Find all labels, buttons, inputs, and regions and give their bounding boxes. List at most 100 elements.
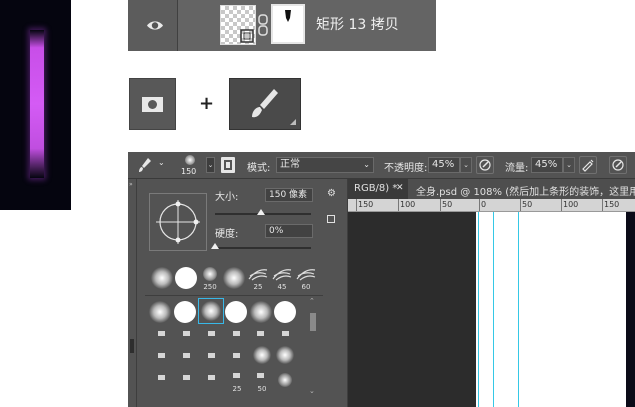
brush-angle-preview[interactable] (149, 193, 207, 251)
brush-soft-round-c[interactable] (253, 346, 271, 364)
gear-icon[interactable]: ⚙ (327, 188, 336, 199)
opacity-label: 不透明度: (384, 163, 428, 174)
horizontal-ruler[interactable]: 150 100 50 0 50 100 150 (348, 199, 635, 212)
pressure-size-button[interactable] (609, 156, 627, 174)
brush-picker-dropdown[interactable]: ⌄ (206, 157, 215, 173)
brush-preset-picker[interactable]: 150 (176, 153, 206, 178)
brush-tip-13[interactable] (208, 375, 215, 380)
recent-brush-size-4: 60 (301, 283, 311, 291)
recent-brush-soft-1[interactable] (151, 267, 173, 289)
brush-tool-button[interactable] (229, 78, 301, 130)
brush-tip-9[interactable] (208, 353, 215, 358)
purple-glow-bar (30, 30, 44, 178)
collapse-arrows-icon[interactable]: » (129, 181, 133, 188)
flow-dropdown[interactable]: ⌄ (563, 157, 575, 173)
flow-input[interactable]: 45% (531, 157, 563, 173)
brush-soft-round-selected[interactable] (198, 298, 224, 324)
brush-soft-round-b[interactable] (250, 301, 272, 323)
hardness-slider-track[interactable] (215, 247, 311, 249)
new-preset-icon[interactable] (327, 215, 335, 223)
opacity-dropdown[interactable]: ⌄ (460, 157, 472, 173)
brush-tip-11[interactable] (158, 375, 165, 380)
tools-strip-edge: » (128, 179, 136, 407)
add-layer-mask-button[interactable] (129, 78, 176, 130)
recent-brush-size-3: 45 (277, 283, 287, 291)
airbrush-icon (582, 159, 594, 172)
brush-settings-icon (224, 160, 232, 170)
size-input[interactable]: 150 像素 (265, 188, 313, 202)
brush-tip-10[interactable] (233, 353, 240, 358)
guide-line-1[interactable] (478, 212, 479, 407)
mask-shape-icon (285, 10, 291, 22)
layer-mask-thumbnail[interactable] (271, 4, 305, 44)
guide-line-2[interactable] (493, 212, 494, 407)
brush-tip-6[interactable] (282, 331, 289, 336)
brush-preset-picker-panel: 大小: 150 像素 ⚙ 硬度: 0% 250 25 45 60 25 50 ⌃… (136, 179, 348, 407)
brush-tip-1[interactable] (158, 331, 165, 336)
pressure-opacity-button[interactable] (476, 156, 494, 174)
brush-icon (252, 89, 296, 125)
brush-tool-icon[interactable] (138, 157, 152, 173)
brush-tip-15[interactable] (257, 373, 264, 378)
mode-select-value: 正常 (280, 159, 300, 170)
size-slider-handle[interactable] (257, 209, 266, 215)
brush-tip-4[interactable] (233, 331, 240, 336)
hardness-label: 硬度: (215, 229, 239, 240)
flow-value: 45% (535, 159, 558, 170)
recent-brush-scatter-2[interactable] (271, 267, 293, 283)
tab-1-label[interactable]: RGB/8) * (354, 183, 397, 194)
guide-line-3[interactable] (518, 212, 519, 407)
chain-link-icon[interactable] (258, 14, 268, 36)
hardness-slider-handle[interactable] (211, 243, 219, 249)
canvas-document[interactable] (476, 212, 626, 407)
scroll-up-icon[interactable]: ⌃ (309, 297, 315, 305)
pen-pressure-icon (479, 159, 491, 171)
brush-soft-round-e[interactable] (278, 373, 292, 387)
brush-tip-preview (185, 155, 195, 165)
tab-2[interactable]: 全身.psd @ 108% (然后加上条形的装饰，这里用到的 (408, 179, 635, 199)
scroll-down-icon[interactable]: ⌄ (309, 387, 315, 395)
recent-brush-soft-3[interactable] (223, 267, 245, 289)
layer-thumbnail[interactable] (220, 5, 256, 45)
mode-select[interactable]: 正常 ⌄ (276, 157, 374, 173)
recent-brush-size-1: 250 (203, 283, 217, 291)
recent-brush-hard-1[interactable] (175, 267, 197, 289)
layer-name[interactable]: 矩形 13 拷贝 (316, 14, 399, 34)
document-area: RGB/8) * ✕ 全身.psd @ 108% (然后加上条形的装饰，这里用到… (348, 179, 635, 407)
layer-row[interactable]: 矩形 13 拷贝 (128, 0, 436, 51)
brush-tip-3[interactable] (208, 331, 215, 336)
brush-tip-8[interactable] (183, 353, 190, 358)
recent-brush-scatter-3[interactable] (295, 267, 317, 283)
eye-icon (147, 21, 163, 30)
size-input-value: 150 像素 (269, 190, 308, 200)
brush-grid-scrollbar[interactable]: ⌃ ⌄ (308, 297, 318, 399)
brush-size-value: 150 (181, 167, 197, 176)
brush-hard-round-a[interactable] (174, 301, 196, 323)
layer-visibility-toggle[interactable] (128, 0, 178, 51)
airbrush-button[interactable] (579, 156, 597, 174)
brush-tip-14[interactable] (233, 373, 240, 378)
brush-tip-2[interactable] (183, 331, 190, 336)
brush-soft-round-d[interactable] (276, 346, 294, 364)
smart-object-icon (240, 29, 254, 43)
opacity-input[interactable]: 45% (428, 157, 460, 173)
gradient-preview (0, 0, 71, 210)
tab-2-label[interactable]: 全身.psd @ 108% (然后加上条形的装饰，这里用到的 (416, 183, 635, 198)
hardness-input[interactable]: 0% (265, 224, 313, 238)
brush-presets-grid: 25 50 ⌃ ⌄ (145, 297, 323, 405)
brush-hard-round-c[interactable] (274, 301, 296, 323)
brush-settings-panel-toggle[interactable] (221, 157, 235, 173)
tab-1-close-icon[interactable]: ✕ (396, 183, 404, 193)
brush-hard-round-b[interactable] (225, 301, 247, 323)
scroll-thumb[interactable] (310, 313, 316, 331)
ruler-tick-label: 100 (400, 200, 416, 209)
brush-angle-roundness-icon (156, 200, 200, 244)
recent-brush-scatter-1[interactable] (247, 267, 269, 283)
brush-soft-round-a[interactable] (149, 301, 171, 323)
recent-brush-soft-2[interactable] (203, 267, 217, 281)
brush-tip-12[interactable] (183, 375, 190, 380)
brush-tip-5[interactable] (257, 331, 264, 336)
brush-tip-7[interactable] (158, 353, 165, 358)
brush-soft-round-selected-tip (201, 301, 221, 321)
tool-preset-chevron-icon[interactable]: ⌄ (158, 158, 165, 167)
